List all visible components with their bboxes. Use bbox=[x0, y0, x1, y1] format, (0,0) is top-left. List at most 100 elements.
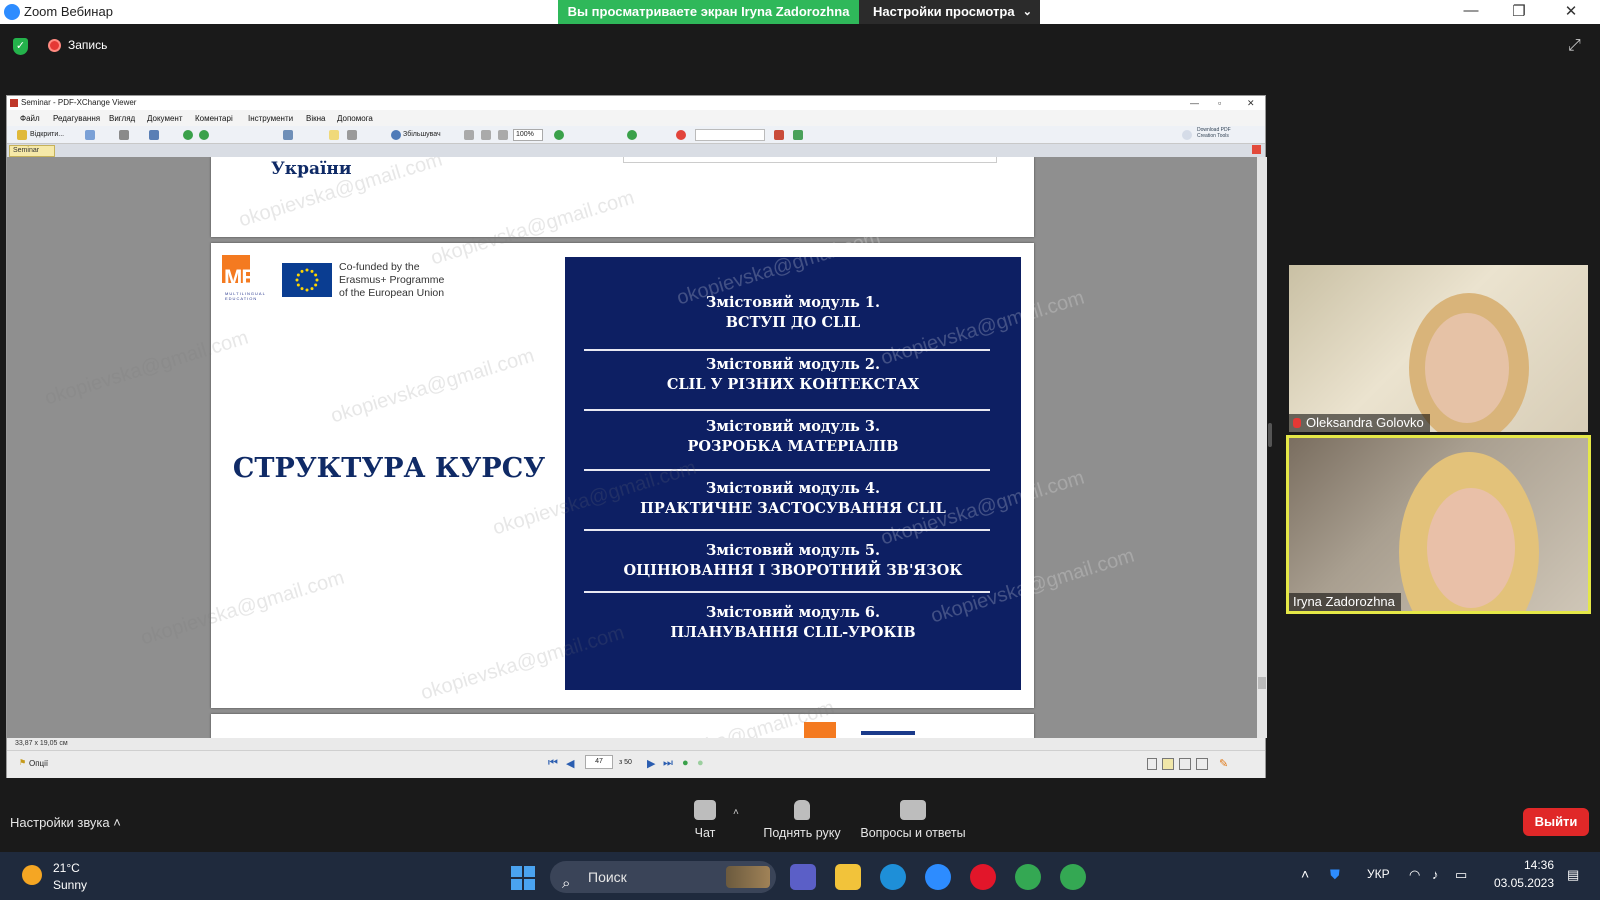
options-flag-icon[interactable]: ⚑ bbox=[19, 758, 26, 767]
zoom-level-field[interactable]: 100% bbox=[513, 129, 543, 141]
history-forward-icon[interactable]: ● bbox=[697, 757, 704, 769]
select-text-icon[interactable] bbox=[347, 130, 357, 140]
first-page-icon[interactable]: ⏮ bbox=[548, 757, 558, 770]
module-6-title: ПЛАНУВАННЯ CLIL-УРОКІВ bbox=[670, 624, 916, 641]
download-tools-icon[interactable] bbox=[1182, 130, 1192, 140]
forward-icon[interactable] bbox=[199, 130, 209, 140]
chat-label: Чат bbox=[694, 826, 716, 840]
show-hidden-icons-icon[interactable]: ˄ bbox=[1301, 866, 1309, 882]
menu-comments[interactable]: Коментарі bbox=[195, 114, 233, 123]
snapshot-icon[interactable] bbox=[774, 130, 784, 140]
stop-icon[interactable] bbox=[676, 130, 686, 140]
chrome-icon[interactable] bbox=[1015, 864, 1041, 890]
pdf-restore-icon[interactable]: ▫ bbox=[1218, 96, 1221, 110]
zoom-tool-icon[interactable] bbox=[391, 130, 401, 140]
continuous-facing-icon[interactable] bbox=[1196, 758, 1208, 770]
exit-button[interactable]: Выйти bbox=[1523, 808, 1589, 836]
input-language[interactable]: УКР bbox=[1367, 867, 1390, 881]
pdf-document-area[interactable]: України ME MULTILINGUAL EDUCATION Co-fun… bbox=[7, 157, 1257, 738]
notifications-icon[interactable]: ▤ bbox=[1567, 867, 1579, 883]
participant-name-tag: Iryna Zadorozhna bbox=[1289, 593, 1401, 611]
panel-resize-handle[interactable] bbox=[1268, 423, 1272, 447]
save-icon[interactable] bbox=[85, 130, 95, 140]
fit-page-icon[interactable] bbox=[481, 130, 491, 140]
security-shield-icon[interactable]: ✓ bbox=[13, 38, 28, 55]
open-icon[interactable] bbox=[17, 130, 27, 140]
qa-button[interactable]: Вопросы и ответы bbox=[858, 800, 968, 840]
raise-hand-button[interactable]: Поднять руку bbox=[752, 800, 852, 840]
single-page-icon[interactable] bbox=[1147, 758, 1157, 770]
eu-star bbox=[296, 273, 300, 277]
fullscreen-icon[interactable]: ⤢ bbox=[1568, 37, 1581, 55]
email-icon[interactable] bbox=[149, 130, 159, 140]
participant-tile[interactable]: Oleksandra Golovko bbox=[1289, 265, 1588, 432]
chat-options-caret-icon[interactable]: ˄ bbox=[733, 807, 739, 818]
options-label[interactable]: Опції bbox=[29, 759, 48, 768]
chrome-profile-icon[interactable] bbox=[1060, 864, 1086, 890]
zoom-logo-icon bbox=[4, 4, 20, 20]
menu-view[interactable]: Вигляд bbox=[109, 114, 135, 123]
volume-icon[interactable]: ♪ bbox=[1432, 867, 1439, 882]
menu-windows[interactable]: Вікна bbox=[306, 114, 325, 123]
eu-star bbox=[305, 268, 309, 272]
weather-temperature[interactable]: 21°C bbox=[53, 861, 80, 875]
chat-button[interactable]: Чат bbox=[680, 800, 730, 840]
zoom-tool-label[interactable]: Збільшувач bbox=[403, 131, 441, 138]
raise-hand-label: Поднять руку bbox=[763, 826, 841, 840]
pdf-minimize-icon[interactable]: — bbox=[1190, 96, 1199, 110]
hand-tool-icon[interactable] bbox=[329, 130, 339, 140]
back-icon[interactable] bbox=[183, 130, 193, 140]
rotate-icon[interactable] bbox=[283, 130, 293, 140]
download-tools-label[interactable]: Download PDF Creation Tools bbox=[1197, 127, 1243, 139]
windows-taskbar: 21°C Sunny ⌕ Поиск ˄ ⛊ УКР ◠ ♪ ▭ 14:36 0… bbox=[0, 852, 1600, 900]
print-icon[interactable] bbox=[119, 130, 129, 140]
eu-text-line-3: of the European Union bbox=[339, 287, 445, 299]
minimize-icon[interactable]: — bbox=[1448, 2, 1494, 22]
tab-seminar-label: Seminar bbox=[13, 147, 40, 154]
history-back-icon[interactable]: ● bbox=[682, 757, 689, 769]
restore-icon[interactable]: ❐ bbox=[1496, 2, 1542, 22]
battery-icon[interactable]: ▭ bbox=[1455, 867, 1467, 883]
zoom-in-icon[interactable] bbox=[554, 130, 564, 140]
scrollbar-thumb[interactable] bbox=[1258, 677, 1266, 689]
menu-tools[interactable]: Інструменти bbox=[248, 114, 293, 123]
opera-icon[interactable] bbox=[970, 864, 996, 890]
page-number-field[interactable]: 47 bbox=[585, 755, 613, 769]
actual-size-icon[interactable] bbox=[464, 130, 474, 140]
view-options-button[interactable]: Настройки просмотра ⌄ bbox=[859, 0, 1040, 24]
continuous-page-icon[interactable] bbox=[1162, 758, 1174, 770]
defender-shield-icon[interactable]: ⛊ bbox=[1330, 867, 1340, 883]
pdf-close-icon[interactable]: ✕ bbox=[1247, 96, 1255, 110]
clock-date[interactable]: 03.05.2023 bbox=[1492, 876, 1554, 890]
prev-page-icon[interactable]: ◀ bbox=[566, 757, 574, 770]
next-page-icon[interactable]: ▶ bbox=[647, 757, 655, 770]
audio-settings-button[interactable]: Настройки звука ˄ bbox=[10, 815, 121, 830]
close-icon[interactable]: ✕ bbox=[1548, 2, 1594, 22]
active-speaker-tile[interactable]: Iryna Zadorozhna bbox=[1286, 435, 1591, 614]
close-tab-icon[interactable] bbox=[1252, 145, 1261, 154]
edge-icon[interactable] bbox=[880, 864, 906, 890]
wifi-icon[interactable]: ◠ bbox=[1409, 867, 1420, 883]
menu-document[interactable]: Документ bbox=[147, 114, 183, 123]
start-button[interactable] bbox=[511, 866, 535, 890]
weather-sun-icon[interactable] bbox=[22, 865, 42, 885]
zoom-app-icon[interactable] bbox=[925, 864, 951, 890]
vertical-scrollbar[interactable] bbox=[1257, 157, 1267, 738]
menu-file[interactable]: Файл bbox=[20, 114, 40, 123]
facing-page-icon[interactable] bbox=[1179, 758, 1191, 770]
file-explorer-icon[interactable] bbox=[835, 864, 861, 890]
clock-time[interactable]: 14:36 bbox=[1492, 858, 1554, 872]
annotation-tool-icon[interactable]: ✎ bbox=[1219, 757, 1228, 770]
next-view-icon[interactable] bbox=[627, 130, 637, 140]
weather-description[interactable]: Sunny bbox=[53, 878, 87, 892]
last-page-icon[interactable]: ⏭ bbox=[663, 757, 673, 770]
find-field[interactable] bbox=[695, 129, 765, 141]
menu-edit[interactable]: Редагування bbox=[53, 114, 100, 123]
menu-help[interactable]: Допомога bbox=[337, 114, 373, 123]
comment-icon[interactable] bbox=[793, 130, 803, 140]
fit-width-icon[interactable] bbox=[498, 130, 508, 140]
open-button-label[interactable]: Відкрити... bbox=[30, 131, 64, 138]
tab-seminar[interactable]: Seminar bbox=[9, 145, 55, 157]
teams-icon[interactable] bbox=[790, 864, 816, 890]
taskbar-search[interactable]: ⌕ Поиск bbox=[550, 861, 776, 893]
